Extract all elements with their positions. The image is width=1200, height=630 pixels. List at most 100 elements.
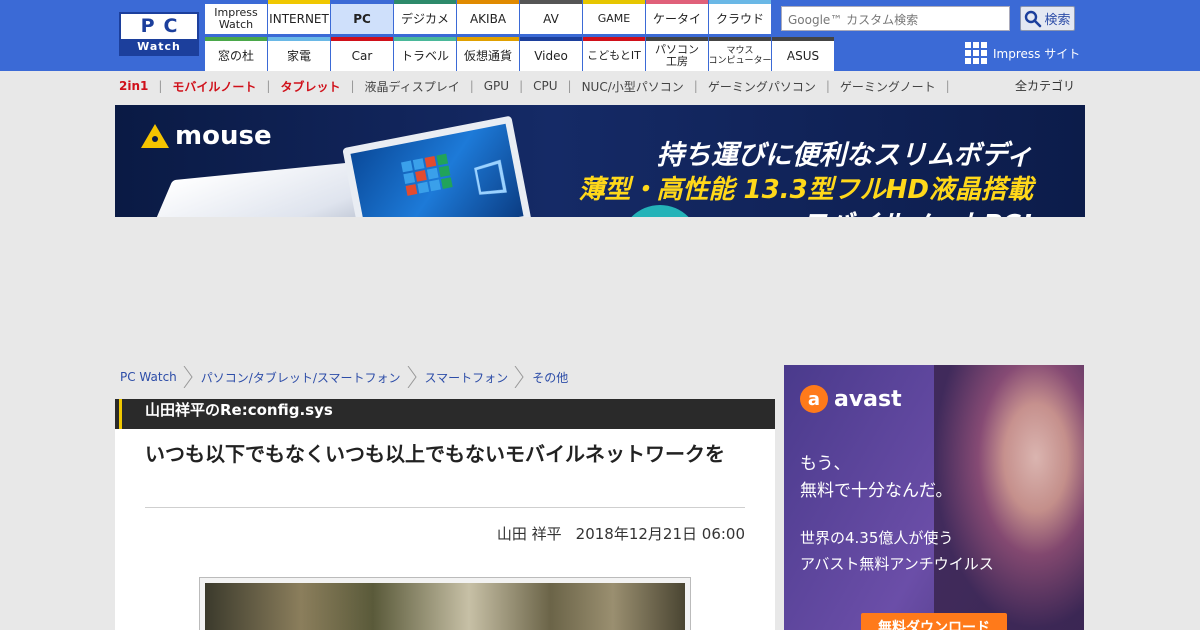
series-accent: [119, 399, 122, 429]
avast-logo-icon: a: [800, 385, 828, 413]
article-date: 2018年12月21日 06:00: [575, 525, 745, 543]
article-author[interactable]: 山田 祥平: [497, 523, 562, 544]
windows-logo-icon: [474, 159, 507, 195]
ad-line-3: 世界の4.35億人が使う: [800, 529, 954, 547]
nav-akiba[interactable]: AKIBA: [457, 0, 519, 34]
article-photo[interactable]: [199, 577, 691, 630]
series-title: 山田祥平のRe:config.sys: [145, 401, 333, 419]
nav-label: Video: [534, 48, 568, 63]
nav-car[interactable]: Car: [331, 37, 393, 71]
nav-label: 窓の杜: [217, 48, 254, 63]
nav-internet[interactable]: INTERNET: [268, 0, 330, 34]
nav-label: ASUS: [786, 48, 820, 63]
chevron-right-icon: [514, 366, 524, 388]
nav-av[interactable]: AV: [520, 0, 582, 34]
nav-label: PC: [353, 11, 371, 26]
banner-line-1: 持ち運びに便利なスリムボディ: [656, 140, 1033, 171]
impress-sites-link[interactable]: Impress サイト: [965, 42, 1080, 64]
nav-pc-koubou[interactable]: パソコン 工房: [646, 37, 708, 71]
nav-digicame[interactable]: デジカメ: [394, 0, 456, 34]
breadcrumb: PC Watch パソコン/タブレット/スマートフォン スマートフォン その他: [120, 366, 568, 388]
category-bar: 2in1 | モバイルノート | タブレット | 液晶ディスプレイ | GPU | CPU…: [119, 78, 950, 95]
nav-label: トラベル: [400, 48, 449, 63]
category-gpu[interactable]: GPU: [484, 79, 509, 93]
category-nuc[interactable]: NUC/小型パソコン: [582, 78, 684, 95]
article-body: いつも以下でもなくいつも以上でもないモバイルネットワークを 山田 祥平 2018…: [115, 429, 775, 630]
nav-label: INTERNET: [269, 11, 329, 26]
nav-game[interactable]: GAME: [583, 0, 645, 34]
nav-video[interactable]: Video: [520, 37, 582, 71]
nav-kodomo-it[interactable]: こどもとIT: [583, 37, 645, 71]
ad-line-2: 無料で十分なんだ。: [800, 481, 953, 501]
search-icon: [1025, 10, 1042, 27]
nav-mouse-computer[interactable]: マウス コンピューター: [708, 37, 772, 71]
nav-kaden[interactable]: 家電: [268, 37, 330, 71]
mouse-banner-ad[interactable]: mouse 持ち運びに便利なスリムボディ 薄型・高性能 13.3型フルHD液晶搭…: [115, 105, 1085, 217]
breadcrumb-other[interactable]: その他: [532, 369, 568, 386]
nav-pc[interactable]: PC: [331, 0, 393, 34]
nav-travel[interactable]: トラベル: [394, 37, 456, 71]
category-display[interactable]: 液晶ディスプレイ: [365, 78, 460, 95]
nav-label: 仮想通貨: [463, 48, 512, 63]
nav-cloud[interactable]: クラウド: [709, 0, 771, 34]
nav-crypto[interactable]: 仮想通貨: [457, 37, 519, 71]
logo-text-pc: PC: [140, 15, 187, 37]
mouse-brand: mouse: [175, 121, 272, 151]
top-header: PC Watch Impress Watch INTERNET PC デジカメ …: [0, 0, 1200, 71]
nav-label: Car: [351, 48, 373, 63]
logo-text-watch: Watch: [121, 39, 197, 54]
search-input[interactable]: Google™ カスタム検索: [781, 6, 1010, 31]
series-title-bar[interactable]: 山田祥平のRe:config.sys: [115, 399, 775, 429]
category-cpu[interactable]: CPU: [533, 79, 557, 93]
pc-watch-logo[interactable]: PC Watch: [119, 12, 199, 56]
ad-portrait-image: [934, 365, 1084, 630]
all-categories-link[interactable]: 全カテゴリ: [1015, 77, 1075, 94]
byline: 山田 祥平 2018年12月21日 06:00: [497, 523, 745, 544]
nav-madonomori[interactable]: 窓の杜: [205, 37, 267, 71]
ad-line-4: アバスト無料アンチウイルス: [800, 555, 994, 573]
breadcrumb-smartphone[interactable]: スマートフォン: [425, 369, 509, 386]
breadcrumb-pc-watch[interactable]: PC Watch: [120, 370, 177, 384]
nav-label: AV: [543, 11, 559, 26]
nav-label: マウス コンピューター: [708, 46, 772, 66]
category-mobile-note[interactable]: モバイルノート: [172, 78, 256, 95]
nav-label: デジカメ: [400, 11, 449, 26]
category-tablet[interactable]: タブレット: [280, 78, 340, 95]
search-button[interactable]: 検索: [1020, 6, 1075, 31]
breadcrumb-pc-tablet-smartphone[interactable]: パソコン/タブレット/スマートフォン: [201, 369, 401, 386]
ad-headline: もう、 無料で十分なんだ。: [800, 451, 953, 505]
chevron-right-icon: [407, 366, 417, 388]
nav-label: AKIBA: [469, 11, 507, 26]
site-nav: Impress Watch INTERNET PC デジカメ AKIBA AV …: [205, 0, 834, 71]
ad-line-1: もう、: [800, 454, 851, 474]
avast-side-ad[interactable]: a avast もう、 無料で十分なんだ。 世界の4.35億人が使う アバスト無…: [784, 365, 1084, 630]
category-2in1[interactable]: 2in1: [119, 79, 148, 93]
banner-line-3: モバイルノートPC!: [545, 204, 1085, 217]
headline-divider: [145, 507, 745, 508]
banner-line-2: 薄型・高性能 13.3型フルHD液晶搭載: [578, 175, 1033, 205]
mouse-logo: mouse: [141, 121, 272, 151]
nav-keitai[interactable]: ケータイ: [646, 0, 708, 34]
impress-sites-label: Impress サイト: [993, 46, 1081, 61]
grid-menu-icon: [965, 42, 987, 64]
avast-brand: avast: [834, 386, 902, 412]
chevron-right-icon: [183, 366, 193, 388]
search-button-label: 検索: [1044, 13, 1071, 28]
laptop-screen-image: [342, 115, 532, 217]
ad-subtext: 世界の4.35億人が使う アバスト無料アンチウイルス: [800, 525, 994, 577]
nav-label: 家電: [286, 48, 311, 63]
free-download-button[interactable]: 無料ダウンロード: [861, 613, 1007, 630]
nav-asus[interactable]: ASUS: [772, 37, 834, 71]
photo-image: [205, 583, 685, 630]
nav-label: GAME: [597, 12, 631, 25]
mouse-triangle-icon: [141, 124, 169, 148]
nav-label: こどもとIT: [587, 49, 641, 62]
windows-tiles-icon: [401, 153, 453, 196]
category-gaming-note[interactable]: ゲーミングノート: [840, 78, 936, 95]
nav-impress-watch[interactable]: Impress Watch: [205, 0, 267, 34]
nav-label: ケータイ: [652, 11, 701, 26]
nav-label: クラウド: [715, 11, 764, 26]
category-gaming-pc[interactable]: ゲーミングパソコン: [708, 78, 816, 95]
nav-label: Impress Watch: [214, 6, 258, 31]
article-headline: いつも以下でもなくいつも以上でもないモバイルネットワークを: [145, 442, 725, 466]
